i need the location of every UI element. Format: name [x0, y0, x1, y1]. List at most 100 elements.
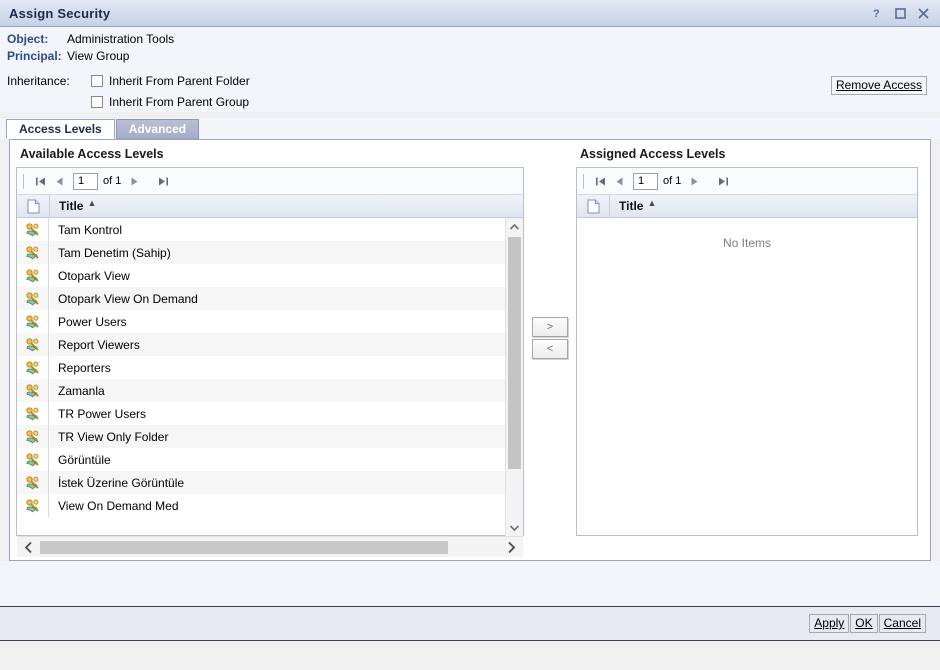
table-row[interactable]: Otopark View	[17, 264, 505, 287]
access-level-key-icon	[17, 333, 49, 356]
available-column-title[interactable]: Title ▲	[50, 198, 96, 213]
tab-access-levels[interactable]: Access Levels	[6, 119, 115, 139]
table-row[interactable]: Otopark View On Demand	[17, 287, 505, 310]
assigned-access-levels-panel: Assigned Access Levels of 1	[576, 140, 918, 536]
table-row[interactable]: Tam Kontrol	[17, 218, 505, 241]
access-level-title: Tam Kontrol	[58, 222, 123, 237]
inherit-parent-folder-label: Inherit From Parent Folder	[109, 73, 250, 88]
scroll-right-icon[interactable]	[500, 541, 523, 554]
assigned-listbox: of 1 Title	[576, 167, 918, 536]
add-access-level-button[interactable]: >	[532, 317, 568, 337]
previous-page-icon[interactable]	[612, 173, 627, 189]
pager-divider	[23, 173, 24, 189]
horizontal-scroll-track[interactable]	[40, 540, 500, 555]
close-icon[interactable]	[917, 7, 930, 20]
next-page-icon[interactable]	[687, 173, 702, 189]
available-page-input[interactable]	[73, 172, 98, 190]
object-label: Object:	[7, 32, 49, 46]
assigned-column-title[interactable]: Title ▲	[610, 198, 656, 213]
available-horizontal-scrollbar[interactable]	[17, 536, 523, 557]
access-level-key-icon	[17, 218, 49, 241]
access-level-key-icon	[17, 471, 49, 494]
assigned-column-title-text: Title	[619, 199, 644, 213]
assigned-empty-message: No Items	[722, 236, 771, 250]
available-listbox: of 1 Title	[16, 167, 524, 557]
tab-advanced[interactable]: Advanced	[115, 119, 200, 139]
table-row[interactable]: TR View Only Folder	[17, 425, 505, 448]
page-background	[0, 641, 940, 670]
access-level-title: TR Power Users	[58, 406, 147, 421]
available-panel-title: Available Access Levels	[20, 147, 164, 161]
access-level-title: Power Users	[58, 314, 127, 329]
security-info-block: Object: Administration Tools Principal: …	[0, 27, 940, 112]
cancel-button[interactable]: Cancel	[878, 614, 926, 633]
principal-value: View Group	[67, 49, 130, 63]
inherit-parent-folder-checkbox[interactable]	[91, 74, 103, 87]
transfer-buttons: > <	[524, 140, 576, 536]
available-column-title-text: Title	[59, 199, 84, 213]
window-titlebar: Assign Security ?	[0, 0, 940, 27]
table-row[interactable]: İstek Üzerine Görüntüle	[17, 471, 505, 494]
principal-row: Principal: View Group	[7, 49, 940, 66]
access-level-title: Report Viewers	[58, 337, 140, 352]
assigned-table-header: Title ▲	[577, 194, 917, 218]
table-row[interactable]: Zamanla	[17, 379, 505, 402]
object-value: Administration Tools	[67, 32, 175, 46]
table-row[interactable]: Power Users	[17, 310, 505, 333]
table-row[interactable]: TR Power Users	[17, 402, 505, 425]
assigned-page-input[interactable]	[633, 172, 658, 190]
object-row: Object: Administration Tools	[7, 32, 940, 49]
assigned-pager: of 1	[577, 168, 917, 195]
table-row[interactable]: Görüntüle	[17, 448, 505, 471]
access-level-key-icon	[17, 448, 49, 471]
access-level-title: View On Demand Med	[58, 498, 179, 513]
tab-bar: Access Levels Advanced	[0, 118, 940, 139]
last-page-icon[interactable]	[716, 173, 731, 189]
access-level-title: Tam Denetim (Sahip)	[58, 245, 171, 260]
first-page-icon[interactable]	[593, 173, 608, 189]
table-row[interactable]: Reporters	[17, 356, 505, 379]
assigned-panel-title: Assigned Access Levels	[580, 147, 726, 161]
access-level-key-icon	[17, 310, 49, 333]
available-page-of: of 1	[103, 175, 122, 187]
maximize-icon[interactable]	[894, 7, 907, 20]
access-level-key-icon	[17, 241, 49, 264]
content-spacer	[0, 561, 940, 606]
help-icon[interactable]: ?	[871, 7, 884, 20]
svg-text:?: ?	[873, 8, 880, 19]
access-level-title: TR View Only Folder	[58, 429, 169, 444]
last-page-icon[interactable]	[156, 173, 171, 189]
access-level-key-icon	[17, 494, 49, 517]
inherit-parent-group-label: Inherit From Parent Group	[109, 94, 250, 109]
document-icon	[17, 194, 50, 218]
table-row[interactable]: Tam Denetim (Sahip)	[17, 241, 505, 264]
window-title: Assign Security	[9, 5, 111, 21]
previous-page-icon[interactable]	[52, 173, 67, 189]
first-page-icon[interactable]	[33, 173, 48, 189]
pager-divider	[583, 173, 584, 189]
horizontal-scroll-thumb[interactable]	[40, 540, 448, 554]
next-page-icon[interactable]	[127, 173, 142, 189]
vertical-scroll-thumb[interactable]	[508, 237, 521, 469]
ok-button[interactable]: OK	[850, 614, 878, 633]
dialog-footer: Apply OK Cancel	[0, 606, 940, 641]
scroll-left-icon[interactable]	[17, 541, 40, 554]
vertical-scroll-track[interactable]	[506, 235, 523, 519]
remove-access-level-button[interactable]: <	[532, 339, 568, 359]
access-level-key-icon	[17, 379, 49, 402]
scroll-down-icon[interactable]	[506, 519, 523, 536]
available-table-header: Title ▲	[17, 194, 523, 218]
scroll-up-icon[interactable]	[506, 218, 523, 235]
remove-access-button[interactable]: Remove Access	[830, 76, 927, 95]
available-vertical-scrollbar[interactable]	[505, 218, 523, 536]
principal-label: Principal:	[7, 49, 62, 63]
access-level-key-icon	[17, 287, 49, 310]
access-level-title: Görüntüle	[58, 452, 111, 467]
apply-button[interactable]: Apply	[809, 614, 850, 633]
inherit-parent-group-checkbox[interactable]	[91, 95, 103, 108]
table-row[interactable]: View On Demand Med	[17, 494, 505, 517]
access-level-title: Otopark View On Demand	[58, 291, 198, 306]
table-row[interactable]: Report Viewers	[17, 333, 505, 356]
access-level-key-icon	[17, 264, 49, 287]
available-pager: of 1	[17, 168, 523, 195]
